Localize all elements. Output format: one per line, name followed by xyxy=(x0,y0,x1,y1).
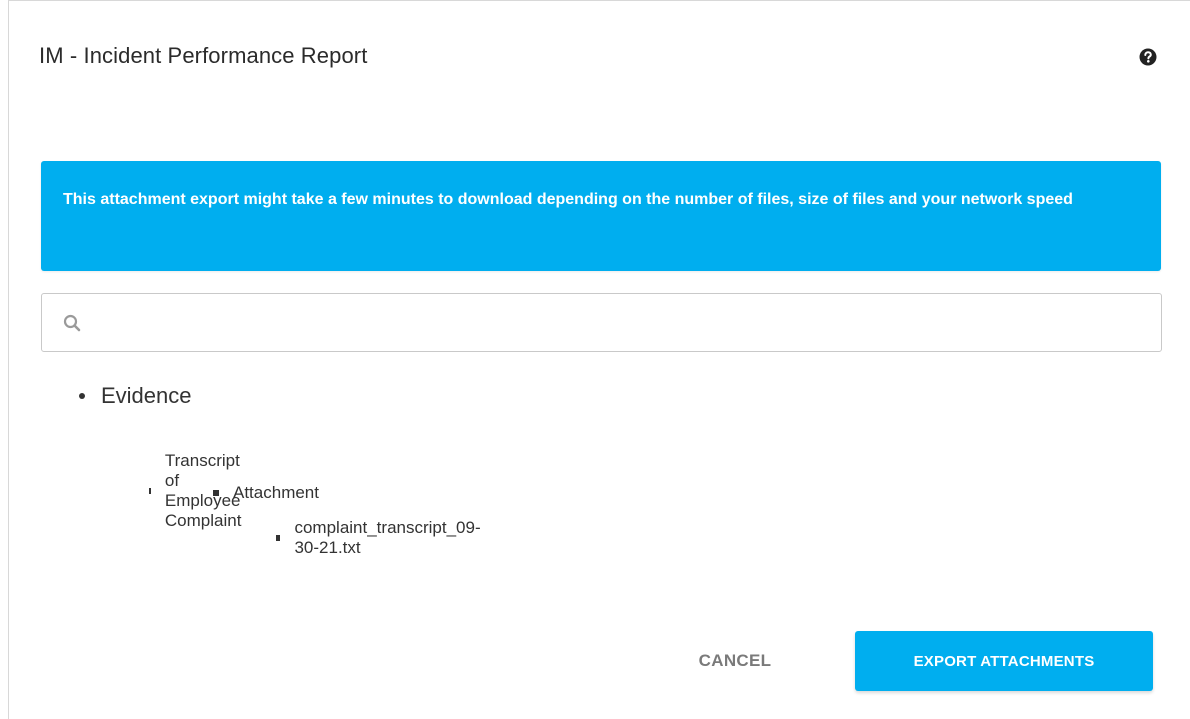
dialog-title: IM - Incident Performance Report xyxy=(39,43,368,68)
cancel-button[interactable]: CANCEL xyxy=(669,631,801,691)
search-box[interactable] xyxy=(41,293,1162,352)
square-bullet-icon xyxy=(213,490,219,496)
search-input[interactable] xyxy=(92,302,1142,344)
tree-item-evidence[interactable]: Evidence xyxy=(79,383,192,409)
bullet-icon xyxy=(79,393,85,399)
tree-item-label: Attachment xyxy=(233,483,319,502)
info-banner: This attachment export might take a few … xyxy=(41,161,1161,271)
square-bullet-icon xyxy=(276,535,281,541)
search-icon xyxy=(63,314,81,332)
question-circle-icon[interactable] xyxy=(1139,48,1157,66)
tree-item-label: Evidence xyxy=(101,383,192,408)
export-attachments-button[interactable]: EXPORT ATTACHMENTS xyxy=(855,631,1153,691)
square-bullet-icon xyxy=(149,488,151,494)
tree-item-attachment[interactable]: Attachment xyxy=(213,483,319,503)
tree-item-label: complaint_transcript_09-30-21.txt xyxy=(294,518,481,557)
export-attachments-dialog: IM - Incident Performance Report This at… xyxy=(8,0,1190,719)
tree-item-file[interactable]: complaint_transcript_09-30-21.txt xyxy=(276,518,482,558)
